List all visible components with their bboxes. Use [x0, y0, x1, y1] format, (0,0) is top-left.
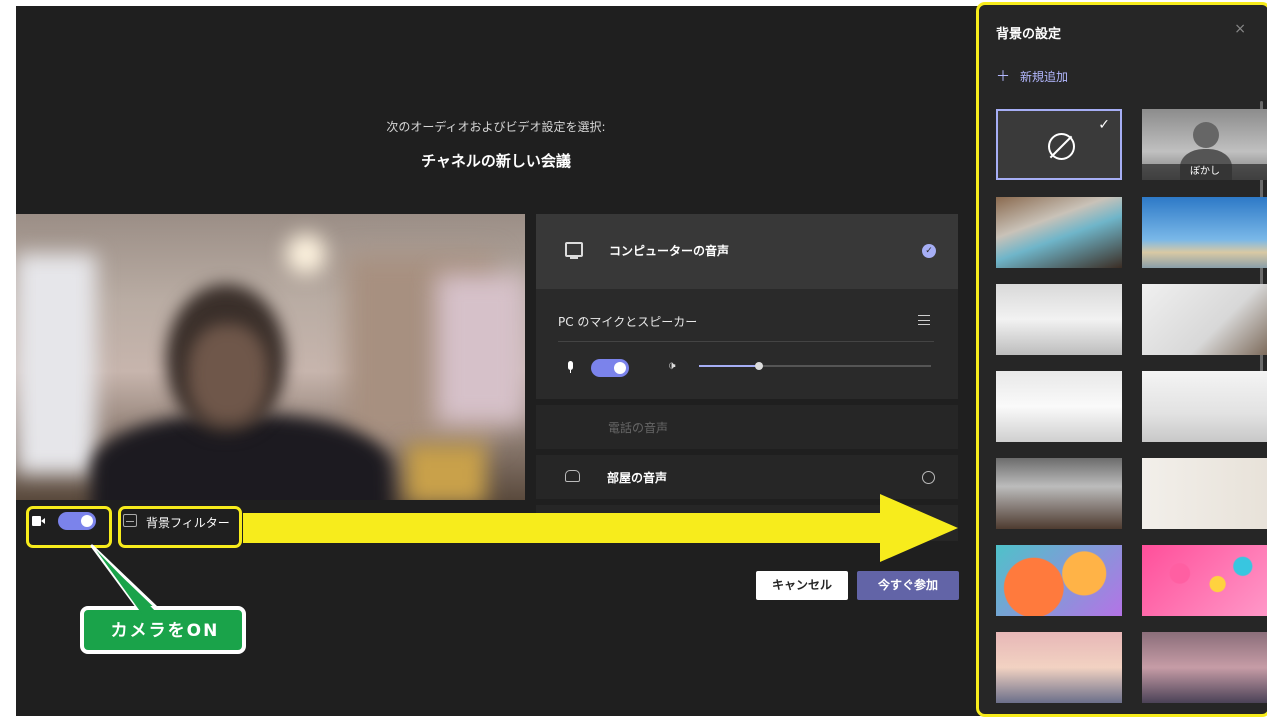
selected-check-icon: ✓ [1098, 117, 1110, 133]
pc-mic-speaker-section: PC のマイクとスピーカー 🕩 [536, 289, 958, 399]
room-audio-label: 部屋の音声 [607, 471, 668, 485]
selected-check-icon: ✓ [922, 244, 936, 258]
background-tile[interactable] [1142, 632, 1267, 703]
speaker-volume-slider[interactable] [699, 362, 931, 370]
volume-thumb[interactable] [755, 362, 764, 370]
option-computer-audio[interactable]: コンピューターの音声 ✓ [536, 214, 958, 289]
close-icon[interactable]: × [1234, 21, 1246, 37]
blur-label: ぼかし [1142, 164, 1267, 180]
background-blur-tile[interactable]: ぼかし [1142, 109, 1267, 180]
cancel-button[interactable]: キャンセル [756, 571, 848, 600]
pc-mic-speaker-label: PC のマイクとスピーカー [558, 315, 698, 329]
background-tile[interactable] [996, 458, 1122, 529]
meeting-title: チャネルの新しい会議 [421, 152, 571, 170]
camera-highlight-frame [26, 506, 112, 548]
background-tile[interactable] [1142, 458, 1267, 529]
background-tile[interactable] [1142, 371, 1267, 442]
background-settings-panel: 背景の設定 × ＋ 新規追加 ✓ ぼかし [976, 2, 1267, 717]
option-row[interactable] [536, 505, 958, 541]
panel-title: 背景の設定 [996, 27, 1062, 42]
plus-icon: ＋ [996, 69, 1010, 85]
background-tile[interactable] [1142, 545, 1267, 616]
computer-audio-icon [565, 242, 583, 259]
background-tile[interactable] [996, 197, 1122, 268]
camera-preview [16, 214, 525, 500]
background-tile[interactable] [996, 284, 1122, 355]
background-tile[interactable] [996, 545, 1122, 616]
microphone-icon [568, 361, 573, 373]
background-tile[interactable] [1142, 284, 1267, 355]
microphone-toggle[interactable] [591, 359, 629, 377]
no-background-icon [1048, 133, 1075, 160]
room-audio-icon [565, 470, 580, 482]
background-tile[interactable] [1142, 197, 1267, 268]
filter-highlight-frame [118, 506, 242, 548]
callout-camera-on: カメラをON [110, 621, 220, 641]
phone-audio-label: 電話の音声 [608, 421, 669, 435]
background-none-tile[interactable]: ✓ [996, 109, 1122, 180]
background-tile[interactable] [996, 371, 1122, 442]
room-audio-radio[interactable] [922, 471, 935, 484]
speaker-icon: 🕩 [668, 358, 676, 372]
background-tile[interactable] [996, 632, 1122, 703]
prejoin-subtitle: 次のオーディオおよびビデオ設定を選択: [386, 120, 606, 134]
divider [558, 341, 934, 342]
device-settings-icon[interactable] [918, 315, 930, 325]
option-phone-audio[interactable]: 電話の音声 [536, 405, 958, 449]
add-new-button[interactable]: ＋ 新規追加 [996, 66, 1068, 86]
add-new-label: 新規追加 [1020, 70, 1069, 84]
join-now-button[interactable]: 今すぐ参加 [857, 571, 959, 600]
option-room-audio[interactable]: 部屋の音声 [536, 455, 958, 499]
computer-audio-label: コンピューターの音声 [609, 244, 730, 258]
